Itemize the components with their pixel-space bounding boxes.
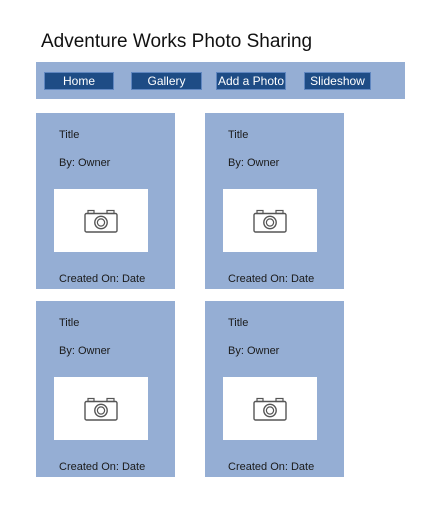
photo-created-date: Created On: Date: [228, 461, 315, 473]
photo-title: Title: [228, 317, 249, 329]
photo-owner: By: Owner: [59, 157, 111, 169]
site-title: Adventure Works Photo Sharing: [41, 31, 313, 52]
page: Adventure Works Photo Sharing Home Galle…: [0, 0, 443, 520]
photo-title: Title: [59, 129, 80, 141]
nav-add-photo-button[interactable]: Add a Photo: [216, 72, 286, 90]
photo-thumbnail[interactable]: [223, 377, 317, 440]
photo-thumbnail[interactable]: [54, 377, 148, 440]
photo-created-date: Created On: Date: [228, 273, 315, 285]
photo-created-date: Created On: Date: [59, 461, 146, 473]
photo-title: Title: [228, 129, 249, 141]
navigation-bar: Home Gallery Add a Photo Slideshow: [36, 62, 405, 99]
camera-icon: [253, 209, 287, 233]
photo-card[interactable]: Title By: Owner Created On: Date: [36, 113, 175, 289]
photo-title: Title: [59, 317, 80, 329]
photo-card[interactable]: Title By: Owner Created On: Date: [36, 301, 175, 477]
photo-owner: By: Owner: [228, 157, 280, 169]
nav-home-button[interactable]: Home: [44, 72, 114, 90]
camera-icon: [253, 397, 287, 421]
camera-icon: [84, 397, 118, 421]
photo-thumbnail[interactable]: [223, 189, 317, 252]
camera-icon: [84, 209, 118, 233]
nav-gallery-button[interactable]: Gallery: [131, 72, 202, 90]
photo-owner: By: Owner: [59, 345, 111, 357]
photo-created-date: Created On: Date: [59, 273, 146, 285]
photo-thumbnail[interactable]: [54, 189, 148, 252]
nav-slideshow-button[interactable]: Slideshow: [304, 72, 371, 90]
photo-card[interactable]: Title By: Owner Created On: Date: [205, 301, 344, 477]
photo-card[interactable]: Title By: Owner Created On: Date: [205, 113, 344, 289]
photo-owner: By: Owner: [228, 345, 280, 357]
